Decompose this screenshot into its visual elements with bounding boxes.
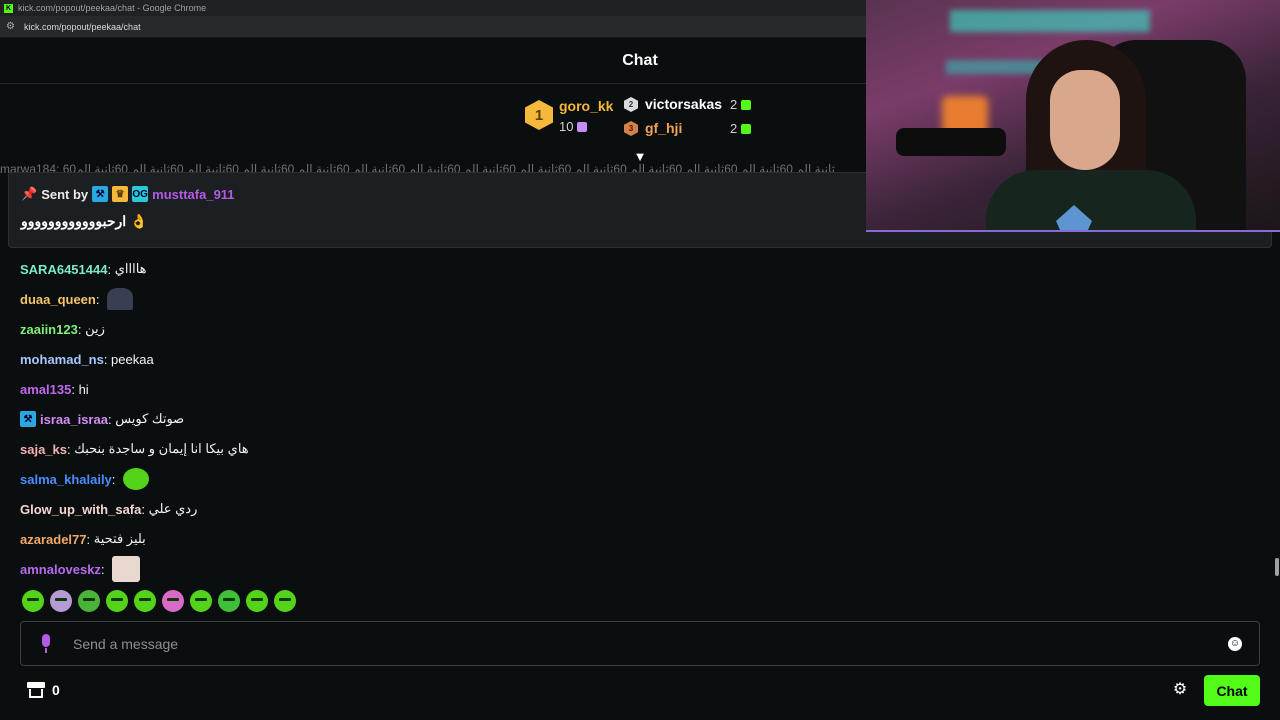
site-settings-icon[interactable]: ⚙	[6, 21, 18, 32]
colon: :	[100, 561, 109, 577]
colon: :	[77, 321, 86, 337]
leader-first-name[interactable]: goro_kk	[559, 98, 613, 114]
settings-gear-icon[interactable]: ⚙	[1172, 682, 1188, 698]
microphone-boom	[896, 128, 1006, 156]
chat-message: zaaiin123: زين	[20, 314, 1020, 344]
moderator-badge-icon: ⚒	[92, 186, 109, 202]
chat-username[interactable]: amal135	[20, 382, 71, 397]
url-text[interactable]: kick.com/popout/peekaa/chat	[24, 22, 141, 32]
chat-message: duaa_queen:	[20, 284, 1020, 314]
pin-icon: 📌	[21, 186, 38, 201]
chat-text: hi	[78, 381, 89, 397]
chat-username[interactable]: zaaiin123	[20, 322, 78, 337]
pinned-header: 📌 Sent by ⚒ ♛ OG musttafa_911	[21, 186, 235, 202]
chat-username[interactable]: salma_khalaily	[20, 472, 112, 487]
emote-4[interactable]	[106, 590, 128, 612]
chat-username[interactable]: SARA6451444	[20, 262, 107, 277]
leader-first-count-value: 10	[559, 119, 574, 134]
colon: :	[103, 351, 112, 367]
emote-1[interactable]	[22, 590, 44, 612]
chat-title: Chat	[622, 52, 658, 69]
leader-second-count-value: 2	[730, 97, 738, 112]
colon: :	[86, 531, 94, 547]
gift-icon	[741, 99, 752, 110]
webcam-overlay	[866, 0, 1280, 232]
chat-username[interactable]: duaa_queen	[20, 292, 96, 307]
chat-text: peekaa	[111, 351, 154, 367]
emote-8[interactable]	[218, 590, 240, 612]
chat-text: بليز فتحية	[93, 531, 146, 546]
chat-message: mohamad_ns: peekaa	[20, 344, 1020, 374]
leader-second-count: 2	[730, 97, 752, 112]
send-chat-button[interactable]: Chat	[1204, 675, 1260, 706]
colon: :	[67, 441, 75, 457]
neon-light	[950, 10, 1150, 32]
pinned-text: ارحبوووووووووووو 👌	[21, 213, 148, 229]
leader-first-count: 10	[559, 119, 588, 134]
leader-third-name[interactable]: gf_hji	[645, 120, 682, 136]
colon: :	[107, 411, 116, 427]
og-badge-icon: OG	[132, 186, 149, 202]
microphone-icon[interactable]	[39, 633, 53, 654]
store-count: 0	[52, 682, 60, 698]
sent-by-label: Sent by	[41, 186, 89, 202]
emote-9[interactable]	[246, 590, 268, 612]
chat-message: amnaloveskz:	[20, 554, 1020, 584]
collapse-arrow-icon[interactable]: ▼	[631, 150, 649, 164]
chat-message: saja_ks: هاي بيكا انا إيمان و ساجدة بنحب…	[20, 434, 1020, 464]
emote-image	[112, 556, 141, 582]
emote-6[interactable]	[162, 590, 184, 612]
message-input-box[interactable]: ☺	[20, 621, 1260, 666]
chat-text: هااااي	[114, 261, 147, 276]
colon: :	[111, 471, 120, 487]
colon: :	[141, 501, 149, 517]
chat-text: هاي بيكا انا إيمان و ساجدة بنحبك	[74, 441, 249, 456]
colon: :	[71, 381, 79, 397]
chat-message: Glow_up_with_safa: ردي علي	[20, 494, 1020, 524]
kick-favicon-icon: K	[4, 3, 13, 13]
crown-badge-icon: ♛	[112, 186, 129, 202]
leader-third-count-value: 2	[730, 121, 738, 136]
chat-username[interactable]: amnaloveskz	[20, 562, 101, 577]
emote-3[interactable]	[78, 590, 100, 612]
chat-message: ⚒ israa_israa: صوتك كويس	[20, 404, 1020, 434]
chat-username[interactable]: Glow_up_with_safa	[20, 502, 141, 517]
chat-message: azaradel77: بليز فتحية	[20, 524, 1020, 554]
chat-text: ردي علي	[148, 501, 198, 516]
chat-text: زين	[85, 321, 105, 336]
chat-message: amal135: hi	[20, 374, 1020, 404]
emote-image	[107, 288, 134, 310]
quick-emote-bar	[22, 590, 296, 612]
chat-username[interactable]: mohamad_ns	[20, 352, 104, 367]
moderator-badge-icon: ⚒	[20, 411, 36, 427]
colon: :	[107, 261, 115, 277]
chat-message: SARA6451444: هااااي	[20, 254, 1020, 284]
gift-icon	[741, 123, 752, 134]
colon: :	[95, 291, 104, 307]
leader-third-count: 2	[730, 121, 752, 136]
emote-5[interactable]	[134, 590, 156, 612]
emoji-picker-icon[interactable]: ☺	[1228, 637, 1242, 651]
chat-username[interactable]: israa_israa	[40, 412, 108, 427]
chat-username[interactable]: azaradel77	[20, 532, 87, 547]
streamer-face	[1050, 70, 1120, 170]
emote-10[interactable]	[274, 590, 296, 612]
pinned-username[interactable]: musttafa_911	[152, 187, 234, 202]
leader-first-medal: 1	[525, 100, 553, 130]
leader-second-name[interactable]: victorsakas	[645, 96, 722, 112]
message-input[interactable]	[73, 635, 1193, 652]
chat-message-list: SARA6451444: هااااي duaa_queen: zaaiin12…	[20, 254, 1020, 584]
emote-7[interactable]	[190, 590, 212, 612]
chat-text: صوتك كويس	[115, 411, 185, 426]
gift-icon	[577, 121, 588, 132]
scrollbar-thumb[interactable]	[1275, 558, 1279, 576]
emote-image	[123, 468, 150, 490]
chat-username[interactable]: saja_ks	[20, 442, 67, 457]
emote-2[interactable]	[50, 590, 72, 612]
window-title: kick.com/popout/peekaa/chat - Google Chr…	[18, 3, 207, 13]
chat-message: salma_khalaily:	[20, 464, 1020, 494]
gold-medal-icon: 1	[525, 100, 553, 130]
store-icon[interactable]	[27, 682, 45, 698]
